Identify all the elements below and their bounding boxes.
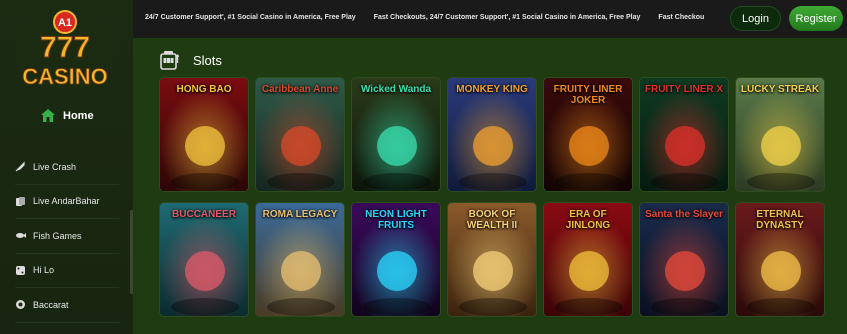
sidebar-item-baccarat[interactable]: Baccarat <box>15 288 119 323</box>
game-tile[interactable]: ROMA LEGACY <box>255 202 345 317</box>
cards-icon <box>15 196 26 207</box>
main-content: Slots HONG BAO Caribbean Anne Wicked Wanda… <box>133 38 847 334</box>
sidebar-item-fish-games[interactable]: Fish Games <box>15 219 119 254</box>
svg-text:A1: A1 <box>58 17 72 29</box>
game-title: Wicked Wanda <box>360 84 432 95</box>
game-thumbnail <box>160 78 248 191</box>
dice-icon <box>15 265 26 276</box>
register-button[interactable]: Register <box>789 6 843 31</box>
game-title: Santa the Slayer <box>645 209 723 220</box>
sidebar-nav: Live Crash Live AndarBahar Fish Games Hi… <box>15 150 119 323</box>
game-thumbnail <box>352 78 440 191</box>
game-title: MONKEY KING <box>456 84 528 95</box>
ticker-text: Fast Checkou <box>658 14 705 21</box>
game-tile[interactable]: HONG BAO <box>159 77 249 192</box>
game-tile[interactable]: ERA OF JINLONG <box>543 202 633 317</box>
home-icon <box>41 109 55 122</box>
svg-text:CASINO: CASINO <box>22 64 108 89</box>
ticker-text: 24/7 Customer Support', #1 Social Casino… <box>145 14 356 21</box>
game-title: ETERNAL DYNASTY <box>756 209 804 231</box>
fish-icon <box>15 230 26 241</box>
top-bar: 24/7 Customer Support', #1 Social Casino… <box>133 0 847 38</box>
sidebar-item-live-andarbahar[interactable]: Live AndarBahar <box>15 185 119 219</box>
game-tile[interactable]: FRUITY LINER JOKER <box>543 77 633 192</box>
game-tile[interactable]: BUCCANEER <box>159 202 249 317</box>
game-thumbnail <box>640 78 728 191</box>
sidebar-item-label: Baccarat <box>33 299 69 310</box>
game-thumbnail <box>736 78 824 191</box>
game-title: LUCKY STREAK <box>740 84 820 95</box>
app-root: A1 777 CASINO Home Live Crash Live Andar… <box>0 0 847 334</box>
section-title: Slots <box>193 52 222 68</box>
game-tile[interactable]: Wicked Wanda <box>351 77 441 192</box>
game-tile[interactable]: FRUITY LINER X <box>639 77 729 192</box>
game-grid: HONG BAO Caribbean Anne Wicked Wanda MONKEY… <box>159 77 825 317</box>
game-title: Caribbean Anne <box>261 84 339 95</box>
announcement-ticker: 24/7 Customer Support', #1 Social Casino… <box>145 14 704 21</box>
game-title: FRUITY LINER X <box>644 84 724 95</box>
game-title: BUCCANEER <box>172 209 236 220</box>
sidebar-item-live-crash[interactable]: Live Crash <box>15 150 119 185</box>
game-thumbnail <box>256 78 344 191</box>
game-tile[interactable]: ETERNAL DYNASTY <box>735 202 825 317</box>
game-tile[interactable]: Caribbean Anne <box>255 77 345 192</box>
game-tile[interactable]: Santa the Slayer <box>639 202 729 317</box>
sidebar-item-label: Live AndarBahar <box>33 196 100 207</box>
game-title: FRUITY LINER JOKER <box>553 84 623 106</box>
game-title: HONG BAO <box>176 84 232 95</box>
rocket-icon <box>15 161 26 172</box>
game-title: NEON LIGHT FRUITS <box>365 209 427 231</box>
game-thumbnail <box>448 78 536 191</box>
sidebar-item-label: Fish Games <box>33 230 82 241</box>
sidebar: A1 777 CASINO Home Live Crash Live Andar… <box>0 0 133 334</box>
ticker-text: Fast Checkouts, 24/7 Customer Support', … <box>373 14 641 21</box>
game-thumbnail <box>256 203 344 316</box>
game-tile[interactable]: NEON LIGHT FRUITS <box>351 202 441 317</box>
game-thumbnail <box>640 203 728 316</box>
sidebar-item-label: Hi Lo <box>33 265 55 276</box>
game-thumbnail <box>160 203 248 316</box>
slot-machine-icon <box>160 51 179 70</box>
game-tile[interactable]: BOOK OF WEALTH II <box>447 202 537 317</box>
login-button[interactable]: Login <box>730 6 781 31</box>
game-tile[interactable]: LUCKY STREAK <box>735 77 825 192</box>
svg-text:777: 777 <box>40 31 90 64</box>
game-title: ROMA LEGACY <box>262 209 338 220</box>
sidebar-home[interactable]: Home <box>40 108 94 123</box>
section-header: Slots <box>159 49 222 71</box>
sidebar-item-label: Live Crash <box>33 161 77 172</box>
game-title: ERA OF JINLONG <box>565 209 611 231</box>
game-tile[interactable]: MONKEY KING <box>447 77 537 192</box>
chips-icon <box>15 299 26 310</box>
sidebar-item-hi-lo[interactable]: Hi Lo <box>15 254 119 288</box>
game-title: BOOK OF WEALTH II <box>466 209 518 231</box>
home-label: Home <box>63 109 94 122</box>
casino-logo[interactable]: A1 777 CASINO <box>12 8 118 92</box>
